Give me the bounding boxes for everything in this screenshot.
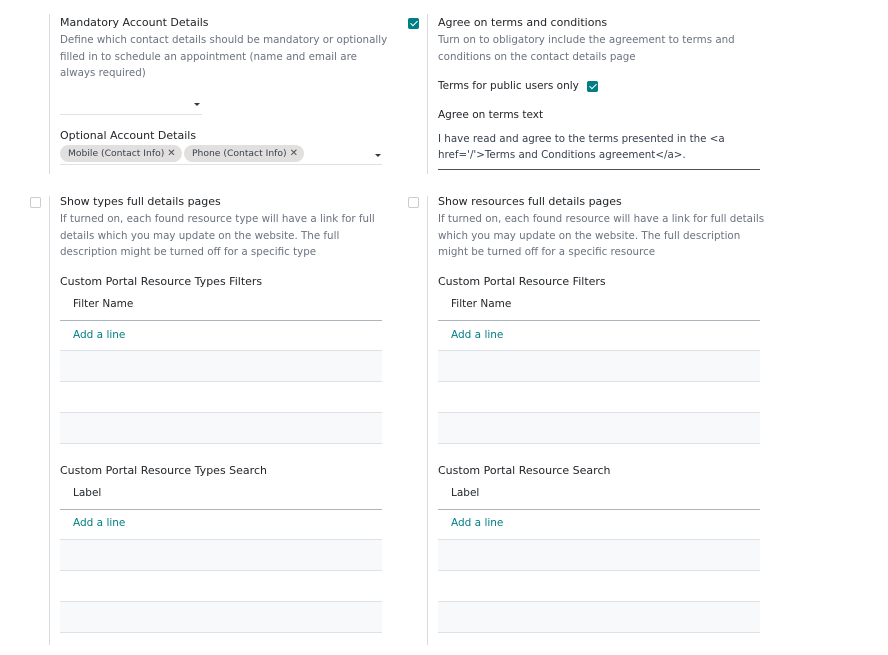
table-row: [60, 602, 382, 632]
agree-terms-checkbox[interactable]: [408, 18, 419, 29]
table-row-divider: [438, 632, 760, 633]
mandatory-account-details-description: Define which contact details should be m…: [60, 34, 388, 79]
resource-search-add-line[interactable]: Add a line: [451, 517, 503, 529]
table-row-divider: [438, 381, 760, 382]
left-column-separator-bottom: [49, 196, 50, 645]
types-search-column-label[interactable]: Label: [73, 487, 101, 499]
left-column-separator-top: [49, 14, 50, 174]
close-icon[interactable]: ✕: [290, 148, 298, 159]
agree-terms-text-label: Agree on terms text: [438, 109, 544, 121]
resource-search-title: Custom Portal Resource Search: [438, 464, 611, 477]
table-header-divider: [438, 320, 760, 321]
table-row: [438, 351, 760, 381]
chevron-down-icon[interactable]: [375, 154, 381, 157]
mandatory-select-underline: [60, 114, 202, 115]
table-row-divider: [438, 570, 760, 571]
resources-full-details-title: Show resources full details pages: [438, 195, 622, 208]
types-filters-title: Custom Portal Resource Types Filters: [60, 275, 263, 288]
agree-terms-title: Agree on terms and conditions: [438, 16, 608, 29]
tag-label: Mobile (Contact Info): [68, 148, 165, 159]
public-users-only-checkbox[interactable]: [587, 81, 598, 92]
resources-full-details-checkbox[interactable]: [408, 197, 419, 208]
table-row: [60, 540, 382, 570]
resource-filters-title: Custom Portal Resource Filters: [438, 275, 606, 288]
right-column-separator-top: [427, 14, 428, 174]
mandatory-account-details-title: Mandatory Account Details: [60, 16, 209, 29]
table-row: [438, 413, 760, 443]
table-row-divider: [60, 632, 382, 633]
table-row-divider: [60, 381, 382, 382]
table-row-divider: [438, 443, 760, 444]
table-row: [60, 413, 382, 443]
optional-account-details-input[interactable]: [305, 145, 375, 163]
agree-terms-description: Turn on to obligatory include the agreem…: [438, 34, 735, 63]
tag-label: Phone (Contact Info): [192, 148, 287, 159]
resource-filters-column-filter-name[interactable]: Filter Name: [451, 298, 511, 310]
types-search-title: Custom Portal Resource Types Search: [60, 464, 267, 477]
tag-phone-contact-info: Phone (Contact Info) ✕: [184, 145, 304, 162]
table-header-divider: [438, 509, 760, 510]
types-search-add-line[interactable]: Add a line: [73, 517, 125, 529]
right-column-separator-bottom: [427, 196, 428, 645]
table-row: [438, 540, 760, 570]
public-users-only-label: Terms for public users only: [438, 80, 579, 92]
optional-select-underline: [60, 164, 382, 165]
table-row: [438, 602, 760, 632]
resource-search-column-label[interactable]: Label: [451, 487, 479, 499]
table-row-divider: [60, 570, 382, 571]
resources-full-details-description: If turned on, each found resource will h…: [438, 213, 765, 258]
close-icon[interactable]: ✕: [167, 148, 175, 159]
optional-account-details-title: Optional Account Details: [60, 129, 197, 142]
resource-filters-add-line[interactable]: Add a line: [451, 329, 503, 341]
agree-terms-text-field[interactable]: I have read and agree to the terms prese…: [438, 131, 743, 163]
table-row: [60, 351, 382, 381]
terms-text-underline: [438, 169, 760, 170]
table-row-divider: [60, 443, 382, 444]
chevron-down-icon[interactable]: [194, 103, 200, 106]
types-full-details-description: If turned on, each found resource type w…: [60, 213, 375, 258]
mandatory-account-details-select[interactable]: [60, 96, 202, 114]
table-header-divider: [60, 509, 382, 510]
types-filters-column-filter-name[interactable]: Filter Name: [73, 298, 133, 310]
types-filters-add-line[interactable]: Add a line: [73, 329, 125, 341]
types-full-details-title: Show types full details pages: [60, 195, 221, 208]
tag-mobile-contact-info: Mobile (Contact Info) ✕: [60, 145, 182, 162]
types-full-details-checkbox[interactable]: [30, 197, 41, 208]
table-header-divider: [60, 320, 382, 321]
